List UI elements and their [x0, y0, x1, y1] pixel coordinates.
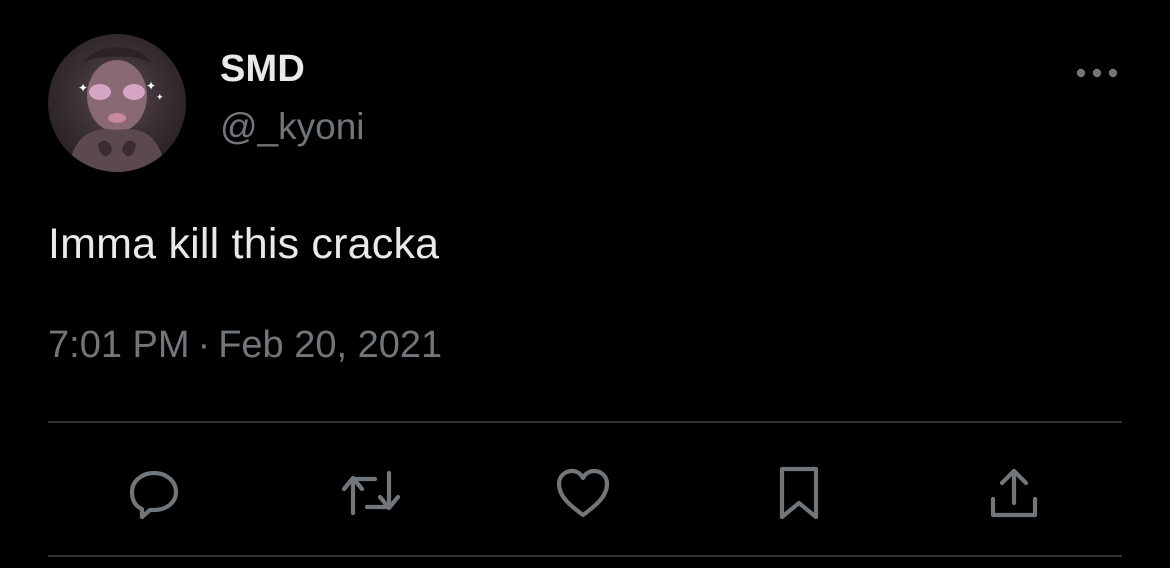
tweet-timestamp[interactable]: 7:01 PM · Feb 20, 2021: [48, 324, 442, 367]
avatar[interactable]: ✦ ✦ ✦: [48, 34, 186, 172]
retweet-icon: [341, 470, 401, 516]
tweet-card: ✦ ✦ ✦ SMD @_kyoni Imma kill this cracka …: [0, 0, 1170, 568]
svg-text:✦: ✦: [78, 81, 88, 95]
svg-text:✦: ✦: [146, 79, 156, 93]
author-handle[interactable]: @_kyoni: [220, 106, 365, 148]
action-bar: [0, 458, 1170, 528]
divider: [48, 555, 1122, 557]
share-icon: [990, 468, 1038, 518]
more-options-button[interactable]: [1070, 56, 1124, 90]
reply-icon: [129, 470, 179, 520]
avatar-image: ✦ ✦ ✦: [68, 47, 166, 172]
meta-separator: ·: [197, 324, 211, 366]
heart-icon: [556, 468, 610, 518]
like-button[interactable]: [548, 458, 618, 528]
tweet-text: Imma kill this cracka: [48, 220, 440, 268]
tweet-time: 7:01 PM: [48, 324, 190, 366]
tweet-date: Feb 20, 2021: [218, 324, 443, 366]
author-display-name[interactable]: SMD: [220, 48, 305, 91]
svg-text:✦: ✦: [156, 93, 164, 103]
retweet-button[interactable]: [336, 458, 406, 528]
bookmark-button[interactable]: [764, 458, 834, 528]
more-icon: [1076, 68, 1118, 78]
bookmark-icon: [779, 466, 819, 520]
divider: [48, 421, 1122, 423]
reply-button[interactable]: [119, 458, 189, 528]
share-button[interactable]: [979, 458, 1049, 528]
